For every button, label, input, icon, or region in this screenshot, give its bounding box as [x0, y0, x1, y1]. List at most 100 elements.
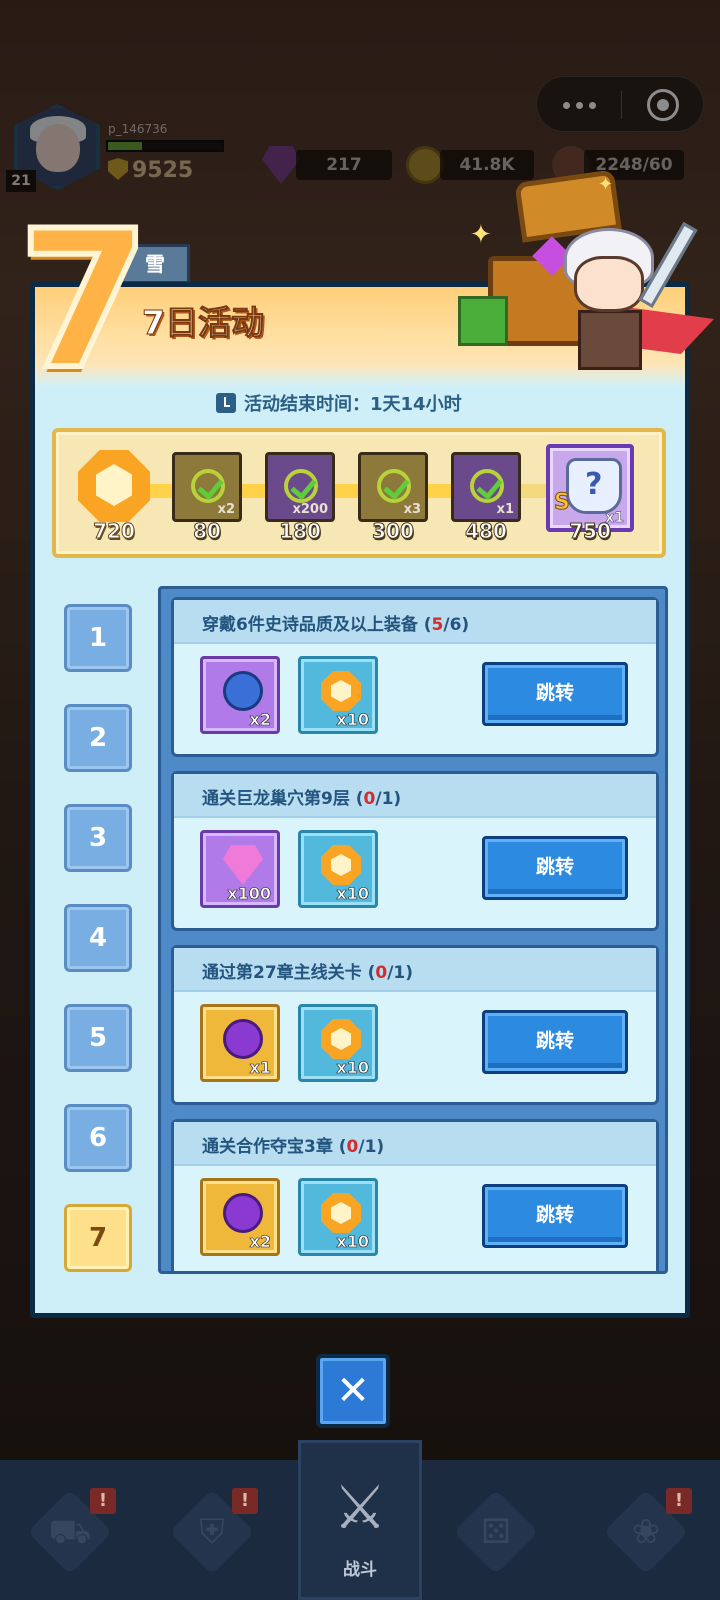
hero-face	[574, 256, 644, 312]
task-title-text: 通过第27章主线关卡 (	[202, 963, 376, 983]
reward-qty: x10	[336, 710, 369, 730]
reward-qty: x2	[249, 710, 271, 730]
milestone-value: 750	[569, 519, 612, 544]
milestone-reward-3[interactable]: x3	[358, 452, 428, 522]
clock-icon	[216, 393, 236, 413]
day-tab-1[interactable]: 1	[64, 604, 132, 672]
goto-button[interactable]: 跳转	[482, 1010, 628, 1074]
reward-item[interactable]: x10	[298, 1178, 378, 1256]
reward-qty: x100	[227, 884, 271, 904]
reward-qty: x10	[336, 884, 369, 904]
milestone-qty: x200	[292, 502, 328, 517]
violet-potion-icon	[223, 1193, 263, 1233]
sparkle-icon: ✦	[470, 220, 492, 250]
panel-title: 7日活动	[142, 303, 265, 343]
reward-item[interactable]: x100	[200, 830, 280, 908]
task-card: 通关巨龙巢穴第9层 (0/1) x100 x10 跳转	[171, 771, 659, 931]
day-tab-2[interactable]: 2	[64, 704, 132, 772]
score-cube-icon	[321, 845, 361, 885]
nav-dice[interactable]: ⚄	[453, 1489, 539, 1575]
task-progress-rest: /1)	[375, 789, 402, 809]
claimed-check-icon	[191, 469, 225, 503]
task-title-text: 通关合作夺宝3章 (	[202, 1137, 347, 1157]
sparkle-icon: ✦	[598, 174, 614, 195]
reward-qty: x2	[249, 1232, 271, 1252]
milestone-value: 480	[465, 519, 508, 544]
task-header: 通关合作夺宝3章 (0/1)	[174, 1122, 656, 1166]
task-progress-done: 0	[346, 1137, 359, 1157]
day-tab-6[interactable]: 6	[64, 1104, 132, 1172]
mystery-armor-icon: ?	[566, 458, 622, 514]
milestone-reward-2[interactable]: x200	[265, 452, 335, 522]
event-timer: 活动结束时间：1天14小时	[216, 390, 462, 416]
notification-badge: !	[90, 1488, 116, 1514]
claimed-check-icon	[377, 469, 411, 503]
reward-item[interactable]: x2	[200, 656, 280, 734]
task-list[interactable]: 穿戴6件史诗品质及以上装备 (5/6) x2 x10 跳转 通关巨龙巢穴第9层 …	[158, 586, 668, 1274]
close-button[interactable]: ✕	[316, 1354, 390, 1428]
big-seven-number: 7	[15, 190, 153, 411]
task-card: 通关合作夺宝3章 (0/1) x2 x10 跳转	[171, 1119, 659, 1271]
dice-icon: ⚄	[481, 1512, 511, 1552]
goto-button[interactable]: 跳转	[482, 662, 628, 726]
notification-badge: !	[666, 1488, 692, 1514]
nav-equipment[interactable]: ⛨ !	[169, 1488, 258, 1575]
score-cube-icon	[321, 1193, 361, 1233]
milestone-reward-4[interactable]: x1	[451, 452, 521, 522]
milestone-value: 180	[279, 519, 322, 544]
score-cube-icon	[321, 671, 361, 711]
reward-qty: x10	[336, 1232, 369, 1252]
score-emblem-icon	[78, 450, 150, 522]
reward-qty: x10	[336, 1058, 369, 1078]
notification-badge: !	[232, 1488, 258, 1514]
current-score: 720	[93, 519, 136, 544]
goto-button[interactable]: 跳转	[482, 836, 628, 900]
day-tab-4[interactable]: 4	[64, 904, 132, 972]
task-progress-rest: /1)	[387, 963, 414, 983]
task-title: 穿戴6件史诗品质及以上装备 (5/6)	[202, 610, 469, 635]
task-title-text: 通关巨龙巢穴第9层 (	[202, 789, 364, 809]
nav-battle-label: 战斗	[343, 1560, 377, 1580]
gift-box-icon	[458, 296, 508, 346]
milestone-qty: x1	[496, 502, 514, 517]
task-header: 通关巨龙巢穴第9层 (0/1)	[174, 774, 656, 818]
shop-cart-icon: ⛟	[48, 1512, 92, 1552]
task-card: 穿戴6件史诗品质及以上装备 (5/6) x2 x10 跳转	[171, 597, 659, 757]
armor-icon: ⛨	[199, 1512, 225, 1552]
reward-item[interactable]: x1	[200, 1004, 280, 1082]
task-title-text: 穿戴6件史诗品质及以上装备 (	[202, 615, 432, 635]
day-tab-5[interactable]: 5	[64, 1004, 132, 1072]
milestone-qty: x3	[403, 502, 421, 517]
reward-item[interactable]: x10	[298, 830, 378, 908]
reward-item[interactable]: x10	[298, 656, 378, 734]
task-title: 通关合作夺宝3章 (0/1)	[202, 1132, 384, 1157]
mystery-mark: ?	[585, 467, 603, 502]
big-seven-emblem: 7	[15, 203, 153, 399]
day-tab-7[interactable]: 7	[64, 1204, 132, 1272]
task-title: 通关巨龙巢穴第9层 (0/1)	[202, 784, 401, 809]
task-progress-done: 0	[375, 963, 388, 983]
task-progress-done: 5	[431, 615, 444, 635]
goto-button[interactable]: 跳转	[482, 1184, 628, 1248]
task-card: 通过第27章主线关卡 (0/1) x1 x10 跳转	[171, 945, 659, 1105]
close-icon: ✕	[336, 1368, 370, 1414]
reward-item[interactable]: x2	[200, 1178, 280, 1256]
violet-potion-icon	[223, 1019, 263, 1059]
hero-body	[578, 310, 642, 370]
milestone-value: 80	[193, 519, 222, 544]
milestone-reward-1[interactable]: x2	[172, 452, 242, 522]
claimed-check-icon	[284, 469, 318, 503]
nav-pets[interactable]: ❀ !	[603, 1488, 692, 1575]
task-header: 通过第27章主线关卡 (0/1)	[174, 948, 656, 992]
day-tab-3[interactable]: 3	[64, 804, 132, 872]
reward-item[interactable]: x10	[298, 1004, 378, 1082]
nav-battle[interactable]: ⚔ 战斗	[298, 1440, 422, 1600]
claimed-check-icon	[470, 469, 504, 503]
reward-qty: x1	[249, 1058, 271, 1078]
milestone-value: 300	[372, 519, 415, 544]
hero-illustration	[548, 220, 714, 390]
task-progress-rest: /6)	[443, 615, 470, 635]
task-progress-done: 0	[363, 789, 376, 809]
nav-shop[interactable]: ⛟ !	[27, 1488, 116, 1575]
task-header: 穿戴6件史诗品质及以上装备 (5/6)	[174, 600, 656, 644]
